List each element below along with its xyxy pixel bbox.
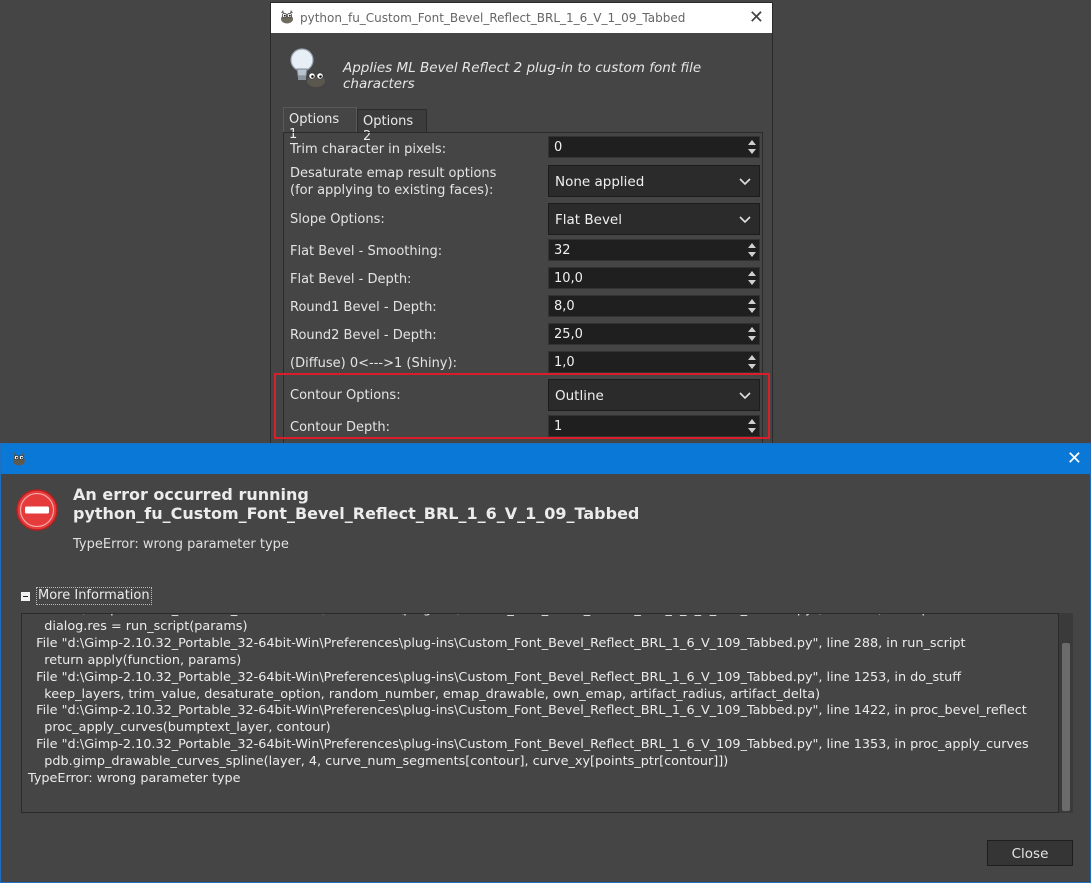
flat-smoothing-spinbutton[interactable]: 32	[548, 239, 760, 261]
slope-combo[interactable]: Flat Bevel	[548, 203, 760, 235]
spin-arrows-icon[interactable]	[745, 324, 759, 344]
contour-highlight-box	[274, 373, 770, 439]
flat-depth-value: 10,0	[554, 271, 583, 286]
round2-depth-spinbutton[interactable]: 25,0	[548, 323, 760, 345]
traceback-text: File "d:\Gimp-2.10.32_Portable_32-64bit-…	[28, 614, 1029, 787]
desaturate-label-line2: (for applying to existing faces):	[290, 183, 494, 198]
more-information-label[interactable]: More Information	[36, 587, 152, 605]
round2-depth-label: Round2 Bevel - Depth:	[290, 328, 437, 343]
error-summary: TypeError: wrong parameter type	[73, 537, 289, 552]
desaturate-combo[interactable]: None applied	[548, 165, 760, 197]
gimp-wilber-icon	[11, 451, 27, 471]
tab-options-1[interactable]: Options 1	[283, 107, 357, 142]
slope-label: Slope Options:	[290, 212, 385, 227]
desaturate-label-line1: Desaturate emap result options	[290, 166, 497, 181]
trim-value: 0	[554, 140, 563, 155]
slope-value: Flat Bevel	[555, 212, 622, 228]
scrollbar-thumb[interactable]	[1062, 643, 1070, 811]
more-information-expander[interactable]: More Information	[21, 586, 152, 606]
collapse-icon[interactable]	[21, 591, 30, 601]
error-close-button[interactable]: ✕	[1067, 448, 1082, 469]
round2-depth-value: 25,0	[554, 327, 583, 342]
spin-arrows-icon[interactable]	[745, 240, 759, 260]
round1-depth-label: Round1 Bevel - Depth:	[290, 300, 437, 315]
diffuse-shiny-spinbutton[interactable]: 1,0	[548, 351, 760, 373]
desaturate-value: None applied	[555, 174, 645, 190]
error-heading-line1: An error occurred running	[73, 485, 309, 504]
traceback-text-view[interactable]: File "d:\Gimp-2.10.32_Portable_32-64bit-…	[21, 613, 1059, 813]
spin-arrows-icon[interactable]	[745, 296, 759, 316]
error-heading-line2: python_fu_Custom_Font_Bevel_Reflect_BRL_…	[73, 504, 640, 523]
flat-depth-label: Flat Bevel - Depth:	[290, 272, 412, 287]
error-titlebar[interactable]: ✕	[1, 444, 1090, 474]
chevron-down-icon	[739, 213, 751, 228]
plugin-description: Applies ML Bevel Reflect 2 plug-in to cu…	[343, 60, 702, 92]
spin-arrows-icon[interactable]	[745, 268, 759, 288]
error-heading: An error occurred running python_fu_Cust…	[73, 485, 639, 523]
error-dialog: ✕ An error occurred running python_fu_Cu…	[0, 443, 1091, 883]
trim-spinbutton[interactable]: 0	[548, 136, 760, 158]
plugin-titlebar[interactable]: python_fu_Custom_Font_Bevel_Reflect_BRL_…	[271, 3, 772, 33]
flat-smoothing-value: 32	[554, 243, 571, 258]
close-button[interactable]: Close	[987, 840, 1073, 866]
flat-depth-spinbutton[interactable]: 10,0	[548, 267, 760, 289]
tab-options-2[interactable]: Options 2	[357, 109, 427, 144]
round1-depth-spinbutton[interactable]: 8,0	[548, 295, 760, 317]
plugin-lightbulb-icon	[285, 45, 331, 95]
spin-arrows-icon[interactable]	[745, 137, 759, 157]
diffuse-shiny-label: (Diffuse) 0<--->1 (Shiny):	[290, 356, 457, 371]
diffuse-shiny-value: 1,0	[554, 355, 575, 370]
round1-depth-value: 8,0	[554, 299, 575, 314]
spin-arrows-icon[interactable]	[745, 352, 759, 372]
traceback-scrollbar[interactable]	[1059, 613, 1073, 813]
plugin-window-title: python_fu_Custom_Font_Bevel_Reflect_BRL_…	[300, 11, 686, 25]
plugin-close-button[interactable]: ✕	[749, 7, 764, 28]
trim-label: Trim character in pixels:	[290, 142, 447, 157]
gimp-wilber-icon	[279, 9, 295, 28]
error-stop-icon	[15, 488, 59, 536]
flat-smoothing-label: Flat Bevel - Smoothing:	[290, 244, 443, 259]
chevron-down-icon	[739, 175, 751, 190]
